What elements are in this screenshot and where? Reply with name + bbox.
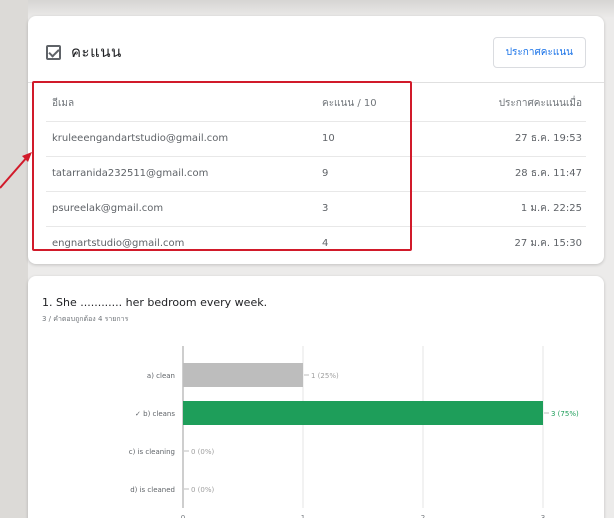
scores-table: อีเมล คะแนน / 10 ประกาศคะแนนเมื่อ krulee… [46,86,586,261]
table-row[interactable]: psureelak@gmail.com 3 1 ม.ค. 22:25 [46,191,586,227]
answer-bar-chart: 0 1 2 3 a) clean 1 (25%) ✓ b) cleans 3 (75%) c) … [129,346,579,518]
question-card: 1. She ............ her bedroom every we… [28,276,604,518]
column-header-released[interactable]: ประกาศคะแนนเมื่อ [456,86,586,122]
row-score: 4 [322,238,329,250]
column-header-email[interactable]: อีเมล [46,86,316,122]
data-label: 1 (25%) [311,372,339,380]
data-label: 0 (0%) [191,448,215,456]
release-scores-button[interactable]: ประกาศคะแนน [492,36,586,68]
row-released: 28 ธ.ค. 11:47 [456,156,586,192]
x-tick-label: 1 [301,514,305,518]
row-released: 1 ม.ค. 22:25 [456,191,586,227]
table-row[interactable]: tatarranida232511@gmail.com 9 28 ธ.ค. 11… [46,156,586,192]
answer-bar [183,401,543,425]
row-score: 3 [316,191,456,227]
answer-bar [183,363,303,387]
row-released: 27 ม.ค. 15:30 [514,238,582,250]
row-score: 9 [316,156,456,192]
divider [28,82,604,83]
checkbox-icon [46,44,61,60]
row-released: 27 ธ.ค. 19:53 [456,121,586,157]
x-tick-label: 0 [181,514,185,518]
column-header-score[interactable]: คะแนน / 10 [316,86,456,122]
row-email: kruleeengandartstudio@gmail.com [46,121,316,157]
x-tick-label: 2 [421,514,425,518]
table-row[interactable]: kruleeengandartstudio@gmail.com 10 27 ธ.… [46,121,586,157]
scores-title: คะแนน [71,43,122,61]
row-score: 10 [316,121,456,157]
table-header-row: อีเมล คะแนน / 10 ประกาศคะแนนเมื่อ [46,86,586,122]
page-edge [0,0,28,518]
category-label: ✓ b) cleans [135,410,175,418]
row-email: engnartstudio@gmail.com [52,238,185,250]
row-email: psureelak@gmail.com [46,191,316,227]
pointer-arrow-icon [0,152,32,189]
scores-card: คะแนน ประกาศคะแนน อีเมล คะแนน / 10 ประกา… [28,16,604,264]
row-email: tatarranida232511@gmail.com [46,156,316,192]
category-label: c) is cleaning [129,448,175,456]
scores-header: คะแนน ประกาศคะแนน [46,34,586,70]
table-row[interactable]: engnartstudio@gmail.com 4 27 ม.ค. 15:30 [46,226,586,261]
category-label: a) clean [147,372,175,380]
category-label: d) is cleaned [130,486,175,494]
x-tick-label: 3 [541,514,545,518]
data-label: 3 (75%) [551,410,579,418]
data-label: 0 (0%) [191,486,215,494]
